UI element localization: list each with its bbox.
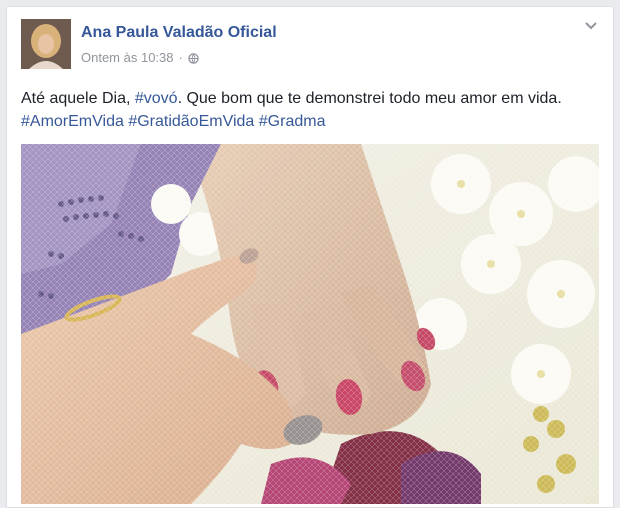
post-photo[interactable] [21,144,599,504]
hashtag-gratidaoemvida[interactable]: #GratidãoEmVida [128,113,254,130]
post-text-part1: Até aquele Dia, [21,90,135,107]
post-text-part2: . Que bom que te demonstrei todo meu amo… [177,90,562,107]
post-meta: Ontem às 10:38 · [81,50,199,65]
post-text: Até aquele Dia, #vovó. Que bom que te de… [21,87,601,133]
hashtag-gradma[interactable]: #Gradma [259,113,326,130]
globe-icon [188,52,199,64]
chevron-down-icon[interactable] [583,19,599,31]
avatar[interactable] [21,19,71,69]
meta-separator: · [178,50,183,65]
hashtag-amoremvida[interactable]: #AmorEmVida [21,113,124,130]
hands-photo [21,144,599,504]
avatar-image [21,19,71,69]
post-card: Ana Paula Valadão Oficial Ontem às 10:38… [6,6,614,508]
author-name[interactable]: Ana Paula Valadão Oficial [81,24,277,42]
timestamp[interactable]: Ontem às 10:38 [81,50,174,65]
hashtag-vovo[interactable]: #vovó [135,90,178,107]
